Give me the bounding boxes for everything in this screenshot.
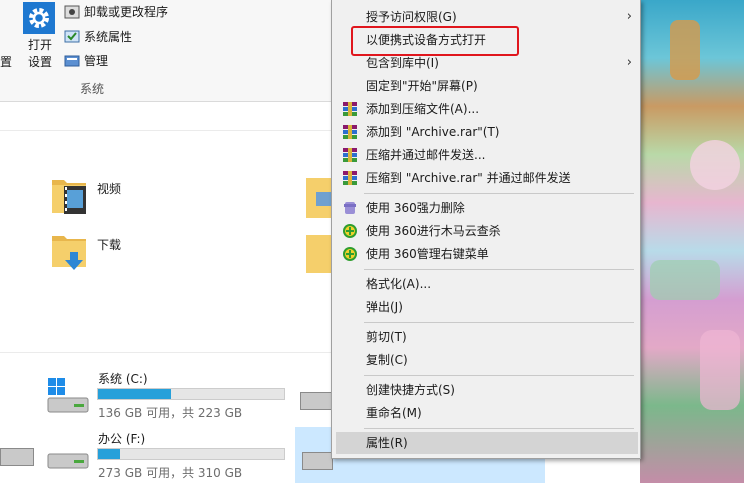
drive-c[interactable]: 系统 (C:) 136 GB 可用，共 223 GB bbox=[44, 368, 294, 420]
settings-gear-icon bbox=[23, 2, 55, 34]
360-menu-icon bbox=[342, 246, 358, 262]
system-drive-icon bbox=[44, 376, 92, 416]
uninstall-icon bbox=[64, 4, 80, 20]
system-properties-button[interactable]: 系统属性 bbox=[64, 27, 132, 47]
drive-icon-partial[interactable] bbox=[0, 448, 34, 466]
system-properties-icon bbox=[64, 29, 80, 45]
wallpaper-detail bbox=[690, 140, 740, 190]
menu-separator bbox=[364, 428, 634, 429]
drive-f[interactable]: 办公 (F:) 273 GB 可用，共 310 GB bbox=[44, 428, 294, 483]
menu-item-copy[interactable]: 复制(C) bbox=[336, 349, 638, 371]
drive-free-space: 136 GB 可用，共 223 GB bbox=[98, 406, 243, 420]
manage-label: 管理 bbox=[84, 54, 109, 68]
menu-item-format[interactable]: 格式化(A)... bbox=[336, 273, 638, 295]
video-folder-icon bbox=[50, 174, 88, 214]
menu-item-grant-access[interactable]: 授予访问权限(G) › bbox=[336, 6, 638, 28]
drive-icon bbox=[44, 448, 92, 476]
uninstall-program-label: 卸载或更改程序 bbox=[84, 5, 169, 19]
ribbon-cut-label: 置 bbox=[0, 55, 13, 69]
menu-item-360-trojan-scan[interactable]: 使用 360进行木马云查杀 bbox=[336, 220, 638, 242]
drive-usage-bar bbox=[97, 448, 285, 460]
menu-item-properties[interactable]: 属性(R) bbox=[336, 432, 638, 454]
menu-item-rename[interactable]: 重命名(M) bbox=[336, 402, 638, 424]
menu-item-create-shortcut[interactable]: 创建快捷方式(S) bbox=[336, 379, 638, 401]
uninstall-program-button[interactable]: 卸载或更改程序 bbox=[64, 2, 168, 22]
menu-item-add-to-archive-rar[interactable]: 添加到 "Archive.rar"(T) bbox=[336, 121, 638, 143]
drive-free-space: 273 GB 可用，共 310 GB bbox=[98, 466, 243, 480]
ribbon-group-label: 系统 bbox=[80, 82, 105, 96]
menu-separator bbox=[364, 269, 634, 270]
menu-separator bbox=[364, 375, 634, 376]
wallpaper-detail bbox=[650, 260, 720, 300]
menu-item-360-manage-menu[interactable]: 使用 360管理右键菜单 bbox=[336, 243, 638, 265]
folder-videos[interactable]: 视频 bbox=[50, 174, 170, 218]
menu-item-compress-rar-and-email[interactable]: 压缩到 "Archive.rar" 并通过邮件发送 bbox=[336, 167, 638, 189]
wallpaper-detail bbox=[700, 330, 740, 410]
manage-button[interactable]: 管理 bbox=[64, 51, 108, 71]
winrar-icon bbox=[342, 170, 358, 186]
folder-label: 视频 bbox=[97, 182, 122, 196]
drive-usage-fill bbox=[98, 449, 121, 459]
manage-icon bbox=[64, 53, 80, 69]
chevron-right-icon: › bbox=[626, 9, 632, 24]
divider bbox=[0, 352, 331, 353]
menu-item-360-force-delete[interactable]: 使用 360强力删除 bbox=[336, 197, 638, 219]
menu-item-cut[interactable]: 剪切(T) bbox=[336, 326, 638, 348]
menu-item-eject[interactable]: 弹出(J) bbox=[336, 296, 638, 318]
system-properties-label: 系统属性 bbox=[84, 30, 133, 44]
pictures-thumbnail bbox=[316, 192, 331, 206]
menu-item-compress-and-email[interactable]: 压缩并通过邮件发送... bbox=[336, 144, 638, 166]
drive-icon-partial[interactable] bbox=[300, 392, 333, 410]
winrar-icon bbox=[342, 124, 358, 140]
annotation-highlight-box bbox=[351, 26, 519, 56]
winrar-icon bbox=[342, 101, 358, 117]
context-menu: 授予访问权限(G) › 以便携式设备方式打开 包含到库中(I) › 固定到"开始… bbox=[331, 0, 641, 459]
menu-item-add-to-archive[interactable]: 添加到压缩文件(A)... bbox=[336, 98, 638, 120]
open-settings-label: 打开 设置 bbox=[27, 38, 52, 69]
folder-label: 下载 bbox=[97, 238, 122, 252]
menu-item-pin-to-start[interactable]: 固定到"开始"屏幕(P) bbox=[336, 75, 638, 97]
wallpaper-detail bbox=[670, 20, 700, 80]
folder-partial[interactable] bbox=[306, 235, 331, 273]
drive-name: 系统 (C:) bbox=[98, 372, 148, 386]
drive-name: 办公 (F:) bbox=[98, 432, 146, 446]
drive-usage-fill bbox=[98, 389, 171, 399]
winrar-icon bbox=[342, 147, 358, 163]
drive-icon bbox=[302, 452, 333, 470]
360-delete-icon bbox=[342, 200, 358, 216]
folder-partial[interactable] bbox=[306, 178, 331, 218]
download-folder-icon bbox=[50, 232, 88, 270]
360-scan-icon bbox=[342, 223, 358, 239]
menu-separator bbox=[364, 193, 634, 194]
chevron-right-icon: › bbox=[626, 55, 632, 70]
menu-separator bbox=[364, 322, 634, 323]
folder-downloads[interactable]: 下载 bbox=[50, 232, 170, 276]
drive-usage-bar bbox=[97, 388, 285, 400]
